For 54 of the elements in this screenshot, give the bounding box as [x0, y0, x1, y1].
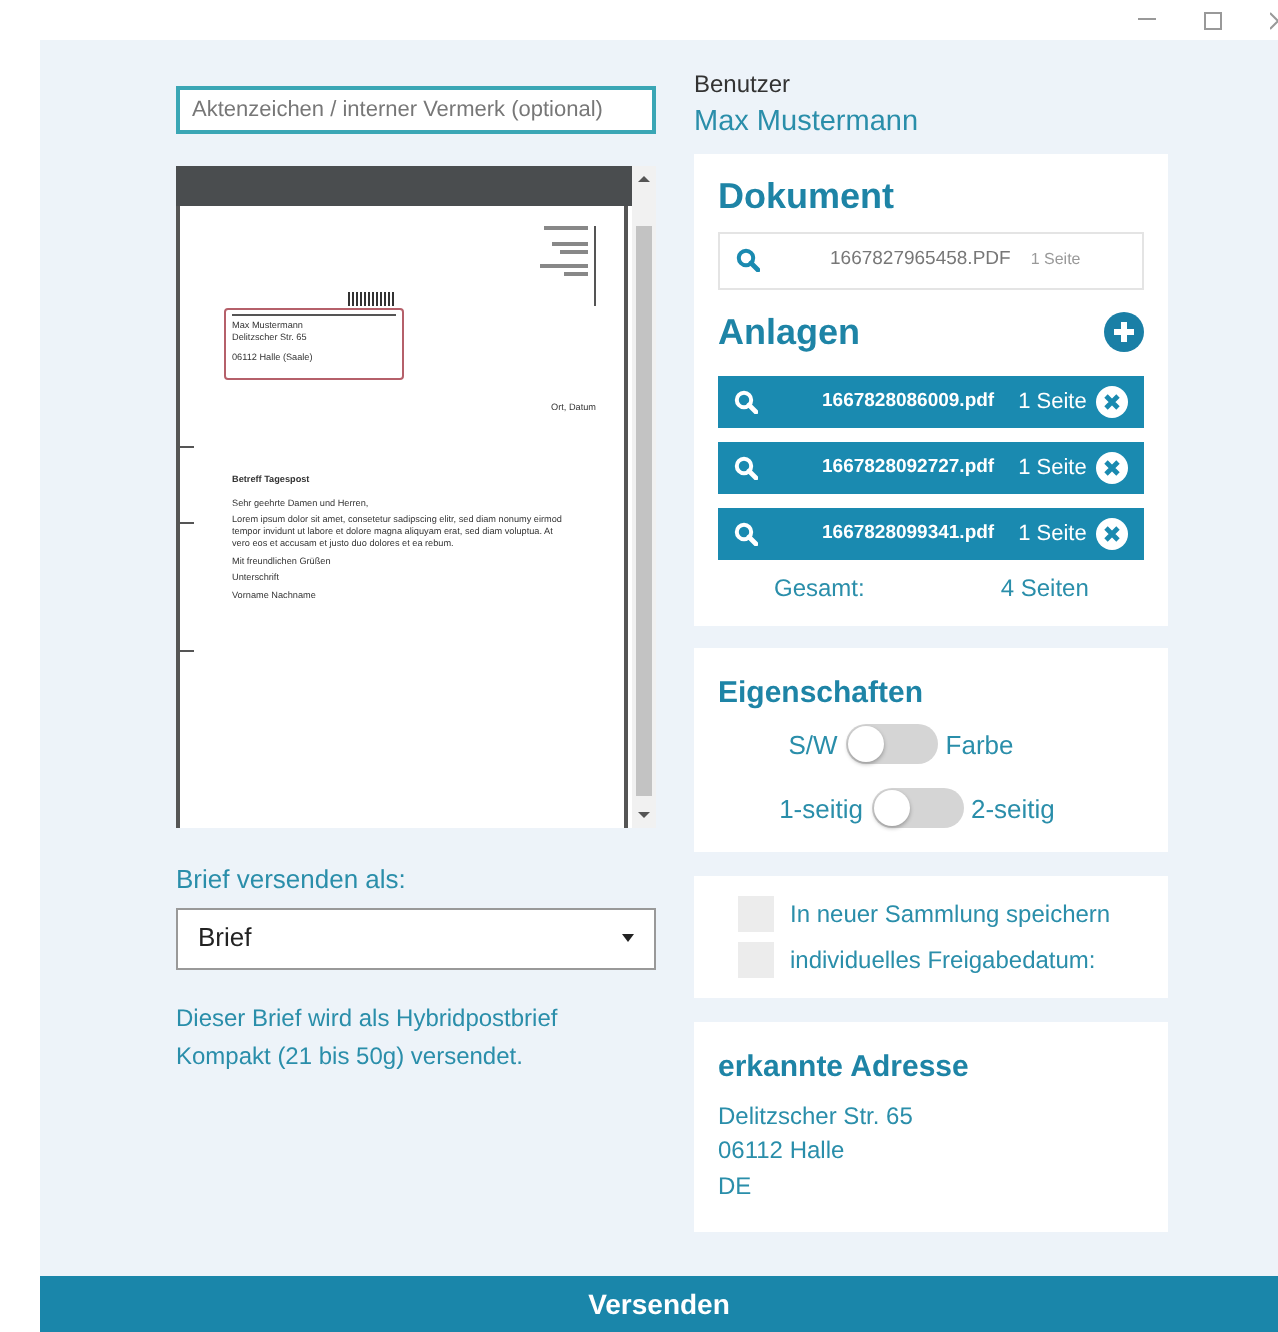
scrollbar[interactable] — [632, 166, 656, 828]
scroll-down-icon[interactable] — [638, 812, 650, 818]
attachment-row[interactable]: 1667828099341.pdf 1 Seite — [718, 507, 1144, 560]
remove-icon[interactable] — [1096, 517, 1128, 550]
attachment-row[interactable]: 1667828092727.pdf 1 Seite — [718, 441, 1144, 494]
section-title: Anlagen — [718, 309, 861, 356]
reference-field[interactable]: Aktenzeichen / interner Vermerk (optional) — [176, 86, 656, 134]
toggle-label: Farbe — [945, 727, 1014, 763]
user-name: Max Mustermann — [694, 104, 921, 142]
scroll-up-icon[interactable] — [638, 176, 650, 182]
file-name: 1667828086009.pdf — [822, 387, 995, 416]
user-label: Benutzer — [694, 68, 793, 102]
file-name: 1667828092727.pdf — [822, 453, 995, 482]
close-icon[interactable] — [1270, 11, 1278, 29]
file-name: 1667827965458.PDF — [830, 246, 1011, 275]
section-title: erkannte Adresse — [718, 1048, 971, 1089]
select-value: Brief — [198, 920, 252, 957]
toggle-label: 1-seitig — [779, 791, 863, 828]
page-count: 1 Seite — [1018, 387, 1087, 417]
section-title: Dokument — [718, 173, 897, 220]
send-as-select[interactable]: Brief — [176, 907, 656, 969]
checkbox-label: individuelles Freigabedatum: — [790, 944, 1096, 979]
page-count: 1 Seite — [1018, 519, 1087, 549]
toggle-switch[interactable] — [871, 788, 963, 829]
section-title: Eigenschaften — [718, 673, 926, 714]
caret-icon — [622, 934, 634, 942]
checkbox-label: In neuer Sammlung speichern — [790, 898, 1111, 933]
search-icon[interactable] — [734, 521, 758, 546]
info-text: Dieser Brief wird als Hybridpostbrief Kompakt (21 bis 50g) versendet. — [176, 1001, 560, 1074]
maximize-icon[interactable] — [1204, 11, 1222, 29]
page-count: 1 Seite — [1030, 248, 1081, 273]
barcode-icon — [348, 292, 396, 306]
minimize-icon[interactable] — [1138, 18, 1156, 22]
add-icon[interactable] — [1104, 312, 1144, 353]
address-line: DE — [718, 1169, 754, 1204]
scrollbar-thumb[interactable] — [636, 226, 652, 796]
file-name: 1667828099341.pdf — [822, 519, 995, 548]
address-line: 06112 Halle — [718, 1134, 847, 1169]
search-icon[interactable] — [734, 455, 758, 480]
document-row[interactable]: 1667827965458.PDF 1 Seite — [718, 231, 1144, 290]
send-button[interactable]: Versenden — [40, 1276, 1278, 1332]
attachment-row[interactable]: 1667828086009.pdf 1 Seite — [718, 375, 1144, 428]
address-line: Delitzscher Str. 65 — [718, 1099, 915, 1134]
field-label: Brief versenden als: — [176, 862, 408, 898]
total-value: 4 Seiten — [1000, 571, 1089, 606]
toggle-label: S/W — [788, 727, 838, 763]
remove-icon[interactable] — [1096, 385, 1128, 418]
search-icon[interactable] — [736, 248, 760, 273]
toggle-label: 2-seitig — [971, 791, 1055, 828]
remove-icon[interactable] — [1096, 451, 1128, 484]
toggle-switch[interactable] — [845, 724, 938, 765]
search-icon[interactable] — [734, 389, 758, 414]
total-label: Gesamt: — [774, 571, 865, 606]
page-count: 1 Seite — [1018, 453, 1087, 483]
